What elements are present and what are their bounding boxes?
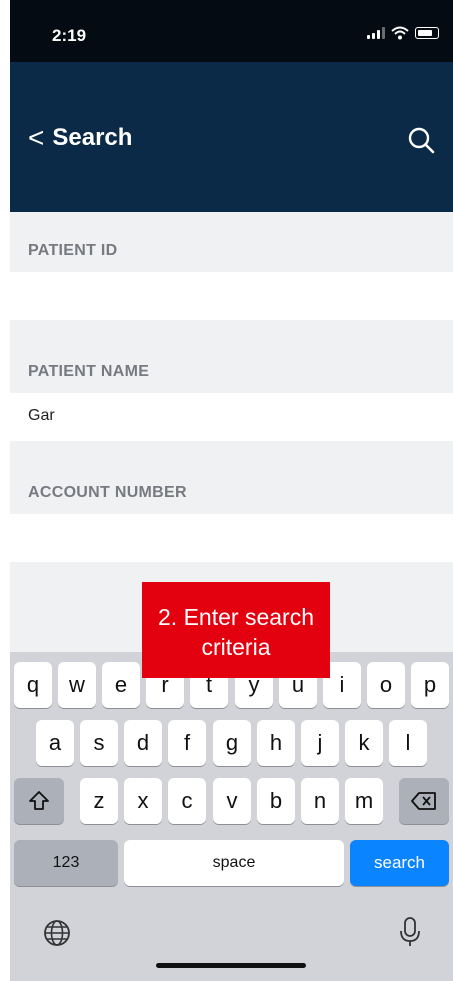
shift-key[interactable] xyxy=(14,778,64,824)
status-bar: 2:19 xyxy=(10,0,453,62)
account-number-field[interactable] xyxy=(10,514,453,562)
keyboard: q w e r t y u i o p a s d f g h j k l z … xyxy=(10,652,453,981)
phone-screen: 2:19 < Search PATIENT ID PATIENT NAME Ga… xyxy=(10,0,453,981)
home-indicator xyxy=(156,963,306,968)
key-j[interactable]: j xyxy=(301,720,339,766)
nav-bar: < Search xyxy=(10,62,453,212)
wifi-icon xyxy=(391,26,409,40)
key-s[interactable]: s xyxy=(80,720,118,766)
instruction-line-1: 2. Enter search xyxy=(158,604,314,630)
patient-name-field[interactable]: Gar xyxy=(10,393,453,441)
shift-icon xyxy=(29,791,49,810)
search-icon[interactable] xyxy=(407,126,435,154)
key-n[interactable]: n xyxy=(301,778,339,824)
key-d[interactable]: d xyxy=(124,720,162,766)
microphone-icon[interactable] xyxy=(399,916,421,948)
instruction-callout: 2. Enter search criteria xyxy=(142,582,330,678)
delete-key[interactable] xyxy=(399,778,449,824)
patient-id-label: PATIENT ID xyxy=(28,242,118,259)
key-g[interactable]: g xyxy=(213,720,251,766)
key-v[interactable]: v xyxy=(213,778,251,824)
globe-icon[interactable] xyxy=(42,918,72,948)
space-key[interactable]: space xyxy=(124,840,344,886)
instruction-line-2: criteria xyxy=(201,634,271,660)
patient-id-field[interactable] xyxy=(10,272,453,320)
status-time: 2:19 xyxy=(52,26,87,45)
back-button[interactable]: < Search xyxy=(28,124,132,152)
numbers-key[interactable]: 123 xyxy=(14,840,118,886)
key-m[interactable]: m xyxy=(345,778,383,824)
search-key[interactable]: search xyxy=(350,840,449,886)
key-h[interactable]: h xyxy=(257,720,295,766)
key-p[interactable]: p xyxy=(411,662,449,708)
signal-icon xyxy=(367,27,385,39)
delete-icon xyxy=(411,792,436,810)
key-l[interactable]: l xyxy=(389,720,427,766)
key-z[interactable]: z xyxy=(80,778,118,824)
key-c[interactable]: c xyxy=(168,778,206,824)
key-a[interactable]: a xyxy=(36,720,74,766)
key-e[interactable]: e xyxy=(102,662,140,708)
status-icons xyxy=(367,26,439,40)
patient-name-label: PATIENT NAME xyxy=(28,363,150,380)
back-chevron-icon: < xyxy=(28,122,45,153)
key-w[interactable]: w xyxy=(58,662,96,708)
key-q[interactable]: q xyxy=(14,662,52,708)
account-number-label: ACCOUNT NUMBER xyxy=(28,484,187,501)
key-k[interactable]: k xyxy=(345,720,383,766)
page-title: Search xyxy=(52,124,133,151)
key-f[interactable]: f xyxy=(168,720,206,766)
key-o[interactable]: o xyxy=(367,662,405,708)
key-x[interactable]: x xyxy=(124,778,162,824)
key-b[interactable]: b xyxy=(257,778,295,824)
battery-icon xyxy=(415,27,439,39)
